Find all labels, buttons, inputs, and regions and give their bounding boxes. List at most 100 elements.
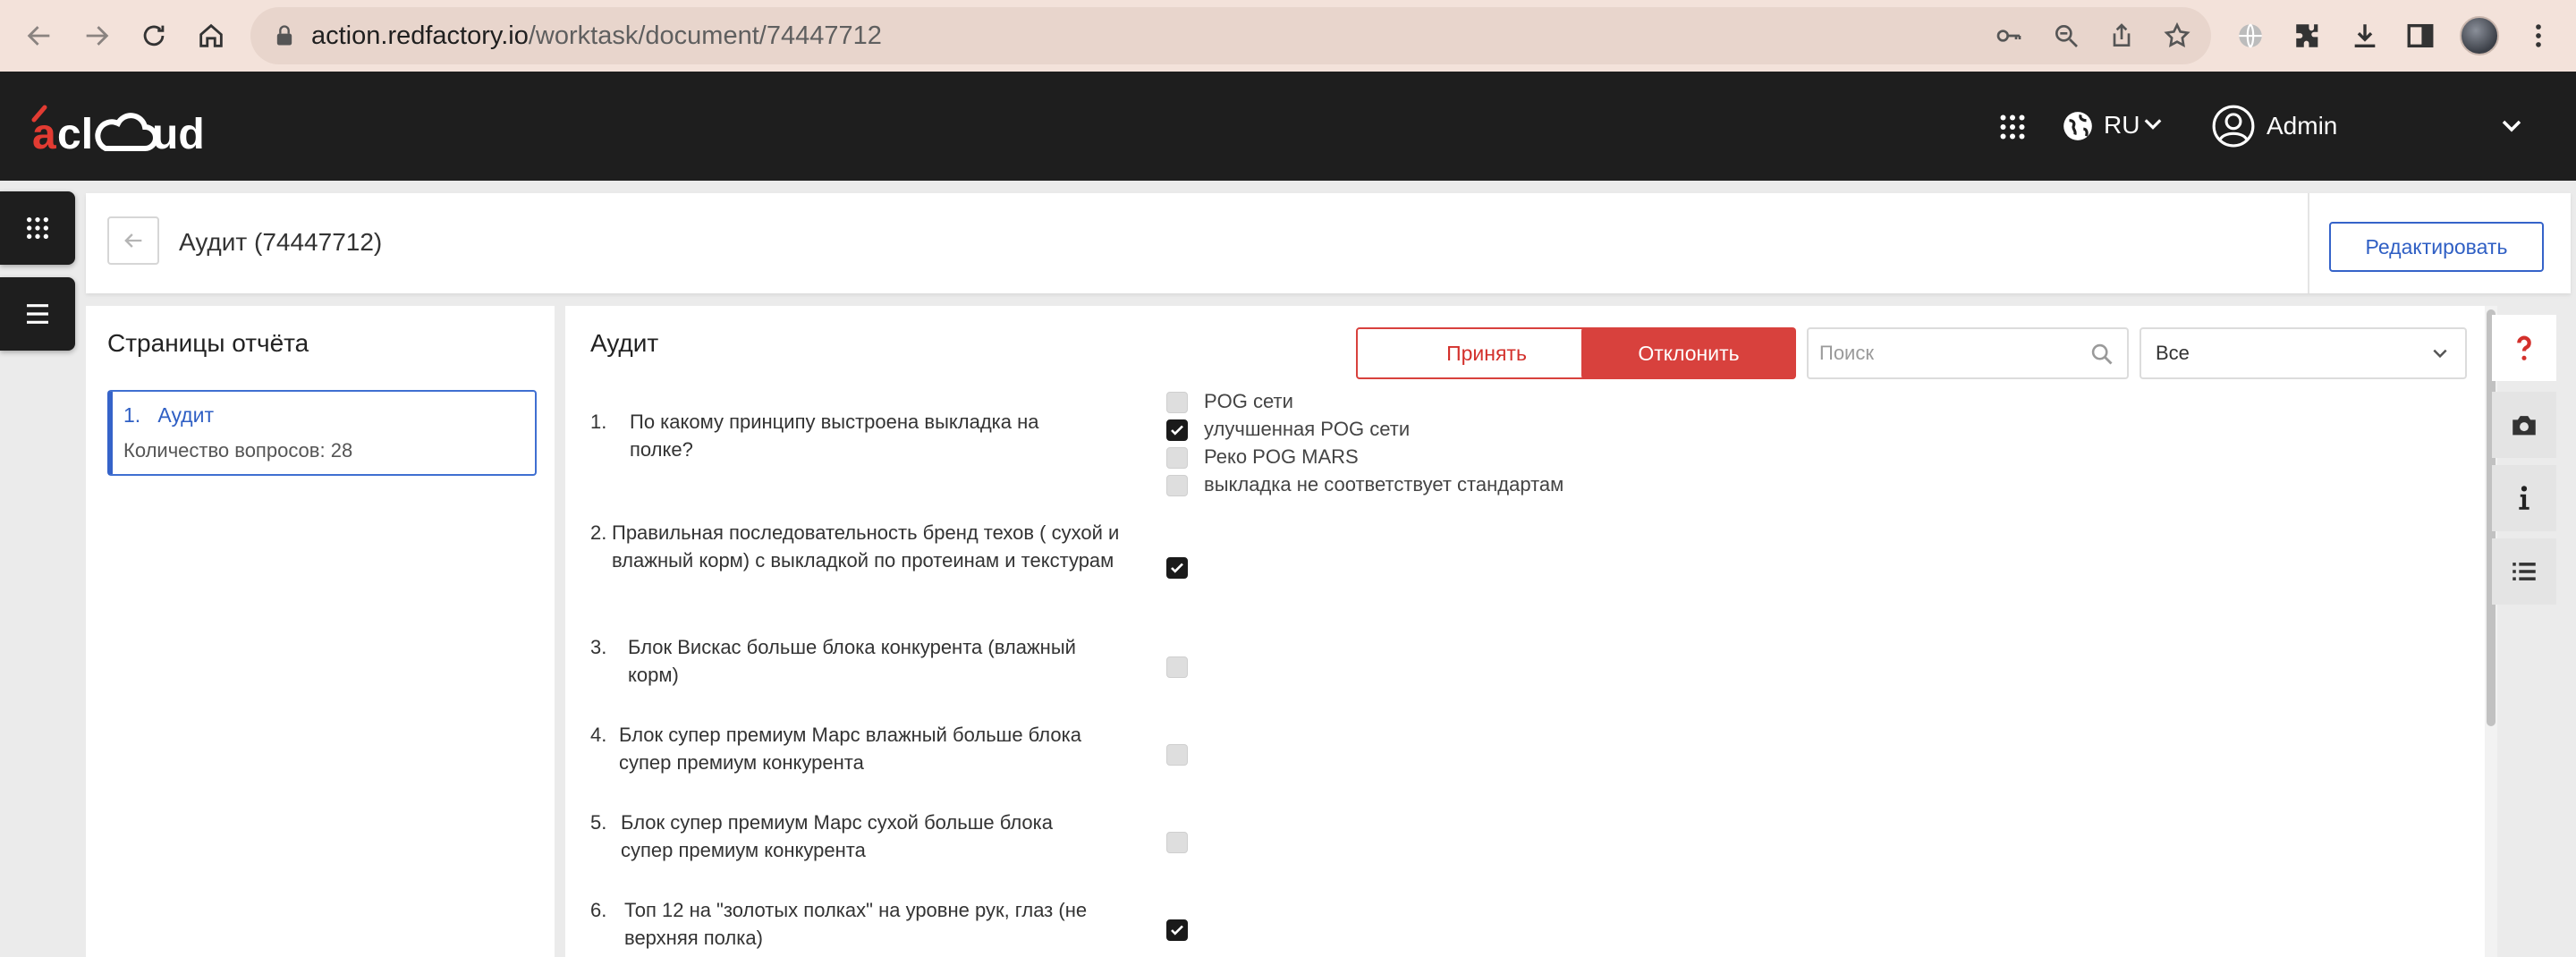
- question-number: 6.: [590, 899, 607, 921]
- browser-home-button[interactable]: [191, 16, 231, 55]
- chevron-down-icon: [2433, 349, 2447, 359]
- user-name[interactable]: Admin: [2267, 107, 2337, 145]
- info-button[interactable]: [2492, 465, 2556, 531]
- browser-profile-avatar[interactable]: [2460, 16, 2499, 55]
- star-icon: [2164, 21, 2190, 47]
- option-checkbox[interactable]: [1166, 447, 1188, 469]
- option-label: улучшенная POG сети: [1204, 418, 1411, 440]
- downloads-button[interactable]: [2347, 18, 2383, 54]
- accept-button[interactable]: Принять: [1356, 327, 1617, 379]
- report-pages-panel: Страницы отчёта 1. Аудит Количество вопр…: [86, 306, 555, 957]
- url-host: action.redfactory.io: [311, 21, 529, 50]
- question-number: 3.: [590, 636, 607, 658]
- side-panel-button[interactable]: [2402, 18, 2438, 54]
- question-item: 3. Блок Вискас больше блока конкурента (…: [590, 633, 1127, 689]
- help-button[interactable]: [2492, 315, 2556, 381]
- main-menu-button[interactable]: [0, 277, 75, 351]
- extensions-button[interactable]: [2290, 18, 2326, 54]
- chevron-down-icon[interactable]: [2143, 116, 2163, 132]
- answer-checkbox[interactable]: [1166, 744, 1188, 766]
- zoom-button[interactable]: [2052, 21, 2080, 50]
- answer-checkbox[interactable]: [1166, 557, 1188, 579]
- search-icon[interactable]: [2089, 342, 2114, 367]
- option-label: POG сети: [1204, 390, 1293, 412]
- search-input[interactable]: [1819, 329, 2088, 377]
- reject-button[interactable]: Отклонить: [1581, 327, 1796, 379]
- language-selector[interactable]: RU: [2104, 107, 2140, 143]
- filter-value: Все: [2156, 342, 2190, 364]
- kebab-menu-icon: [2536, 24, 2541, 47]
- side-panel-icon: [2407, 23, 2434, 48]
- browser-menu-button[interactable]: [2521, 18, 2556, 54]
- checkmark-icon: [1171, 563, 1183, 573]
- puzzle-icon: [2296, 24, 2318, 47]
- checkmark-icon: [1171, 425, 1183, 436]
- section-title: Аудит: [590, 329, 659, 357]
- key-icon: [1996, 30, 2021, 42]
- photos-button[interactable]: [2492, 392, 2556, 458]
- answer-checkbox[interactable]: [1166, 832, 1188, 853]
- question-number: 1.: [590, 411, 607, 433]
- acloud-logo[interactable]: a cl ud: [27, 102, 215, 156]
- home-icon: [199, 23, 223, 47]
- pages-panel-title: Страницы отчёта: [107, 329, 309, 357]
- question-item: 4. Блок супер премиум Марс влажный больш…: [590, 721, 1127, 776]
- question-text: По какому принципу выстроена выкладка на…: [630, 411, 1039, 461]
- question-number: 4.: [590, 724, 607, 746]
- app-header: a cl ud RU Admin: [0, 72, 2576, 181]
- question-item: 6. Топ 12 на "золотых полках" на уровне …: [590, 896, 1127, 952]
- option-checkbox[interactable]: [1166, 392, 1188, 413]
- list-button[interactable]: [2492, 538, 2556, 605]
- password-key-button[interactable]: [1995, 21, 2023, 50]
- lock-icon: [276, 25, 292, 46]
- question-text: Блок супер премиум Марс влажный больше б…: [619, 724, 1081, 774]
- user-menu-chevron-icon[interactable]: [2501, 118, 2522, 134]
- answer-checkbox[interactable]: [1166, 919, 1188, 941]
- question-item: 5. Блок супер премиум Марс сухой больше …: [590, 809, 1127, 864]
- report-page-item[interactable]: 1. Аудит Количество вопросов: 28: [107, 390, 537, 476]
- translate-extension-button[interactable]: [2233, 18, 2268, 54]
- bookmark-button[interactable]: [2163, 21, 2191, 50]
- browser-forward-button[interactable]: [77, 16, 116, 55]
- question-mark-icon: [2517, 335, 2531, 360]
- url-text: action.redfactory.io/worktask/document/7…: [311, 7, 882, 64]
- back-button[interactable]: [107, 216, 159, 265]
- info-icon: [2519, 486, 2529, 510]
- option-checkbox[interactable]: [1166, 475, 1188, 496]
- address-bar[interactable]: action.redfactory.io/worktask/document/7…: [250, 7, 2211, 64]
- document-title-bar: Аудит (74447712) Редактировать: [86, 193, 2571, 293]
- question-text: Блок Вискас больше блока конкурента (вла…: [628, 636, 1076, 686]
- report-page-label: Аудит: [157, 403, 214, 427]
- arrow-right-icon: [86, 26, 109, 46]
- question-item: 1. По какому принципу выстроена выкладка…: [590, 408, 1091, 470]
- question-number: 5.: [590, 811, 607, 834]
- share-button[interactable]: [2107, 21, 2136, 50]
- filter-select[interactable]: Все: [2140, 327, 2467, 379]
- list-icon: [2512, 563, 2536, 580]
- report-page-question-count: Количество вопросов: 28: [123, 439, 353, 462]
- reload-icon: [143, 25, 165, 47]
- question-text: Топ 12 на "золотых полках" на уровне рук…: [624, 899, 1088, 949]
- browser-toolbar: action.redfactory.io/worktask/document/7…: [0, 0, 2576, 72]
- audit-main-panel: Аудит Принять Отклонить Все 1. По какому…: [565, 306, 2485, 957]
- option-checkbox[interactable]: [1166, 419, 1188, 441]
- modules-menu-button[interactable]: [0, 191, 75, 265]
- report-page-number: 1.: [123, 403, 141, 427]
- camera-icon: [2512, 416, 2536, 436]
- browser-reload-button[interactable]: [134, 16, 174, 55]
- svg-text:ud: ud: [152, 111, 205, 156]
- zoom-out-icon: [2055, 24, 2078, 47]
- edit-button[interactable]: Редактировать: [2329, 222, 2544, 272]
- svg-text:a: a: [32, 111, 56, 156]
- hamburger-icon: [27, 304, 48, 324]
- user-avatar-icon[interactable]: [2211, 104, 2256, 148]
- share-icon: [2113, 23, 2131, 47]
- answer-checkbox[interactable]: [1166, 656, 1188, 678]
- apps-grid-icon[interactable]: [1996, 111, 2029, 143]
- option-label: Реко POG MARS: [1204, 445, 1359, 468]
- globe-icon[interactable]: [2061, 109, 2095, 143]
- download-icon: [2354, 24, 2376, 48]
- browser-back-button[interactable]: [20, 16, 59, 55]
- url-path: /worktask/document/74447712: [528, 21, 882, 50]
- arrow-left-icon: [124, 233, 142, 248]
